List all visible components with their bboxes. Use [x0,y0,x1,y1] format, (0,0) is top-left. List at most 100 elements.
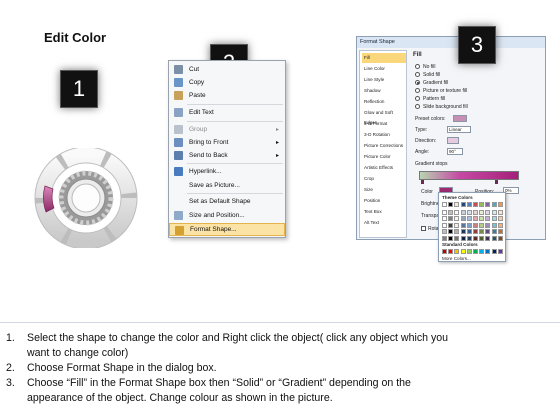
theme-color-swatch[interactable] [466,202,472,207]
radio-no-fill[interactable] [415,64,420,69]
standard-color-swatch[interactable] [485,249,491,254]
theme-color-swatch[interactable] [442,216,447,222]
menu-item-edit-text[interactable]: Edit Text [169,106,285,119]
nav-glow[interactable]: Glow and Soft Edges [362,108,406,125]
theme-color-swatch[interactable] [448,222,454,228]
nav-line-style[interactable]: Line Style [362,75,406,85]
nav-shadow[interactable]: Shadow [362,86,406,96]
menu-item-group[interactable]: Group ▸ [169,123,285,136]
nav-text-box[interactable]: Text Box [362,207,406,217]
standard-color-swatch[interactable] [460,249,466,254]
radio-slide-background-fill[interactable] [415,104,420,109]
theme-color-swatch[interactable] [497,216,503,222]
theme-color-swatch[interactable] [454,216,460,222]
nav-picture-corrections[interactable]: Picture Corrections [362,141,406,151]
theme-color-swatch[interactable] [466,209,472,215]
theme-color-swatch[interactable] [460,202,466,207]
menu-item-send-to-back[interactable]: Send to Back ▸ [169,149,285,162]
theme-color-swatch[interactable] [473,209,478,215]
nav-alt-text[interactable]: Alt Text [362,218,406,228]
theme-color-swatch[interactable] [485,209,491,215]
nav-size[interactable]: Size [362,185,406,195]
theme-color-swatch[interactable] [466,222,472,228]
theme-color-swatch[interactable] [442,229,447,235]
more-colors-link[interactable]: More Colors... [442,256,471,261]
gradient-stop-handle[interactable] [495,180,498,184]
theme-color-swatch[interactable] [442,202,447,207]
nav-3d-format[interactable]: 3-D Format [362,119,406,129]
menu-item-cut[interactable]: Cut [169,63,285,76]
menu-item-paste[interactable]: Paste [169,89,285,102]
standard-color-swatch[interactable] [491,249,497,254]
theme-color-swatch[interactable] [479,216,485,222]
theme-color-swatch[interactable] [485,216,491,222]
theme-color-swatch[interactable] [448,216,454,222]
theme-color-swatch[interactable] [491,202,497,207]
theme-color-swatch[interactable] [479,235,485,241]
theme-color-swatch[interactable] [466,229,472,235]
theme-color-swatch[interactable] [491,216,497,222]
theme-color-swatch[interactable] [454,222,460,228]
menu-item-hyperlink[interactable]: Hyperlink... [169,165,285,178]
menu-item-save-as-picture[interactable]: Save as Picture... [169,179,285,192]
theme-color-swatch[interactable] [460,222,466,228]
theme-color-swatch[interactable] [485,235,491,241]
angle-input[interactable]: 90° [447,148,463,155]
standard-color-swatch[interactable] [473,249,478,254]
theme-color-swatch[interactable] [454,229,460,235]
theme-color-swatch[interactable] [485,229,491,235]
menu-item-format-shape[interactable]: Format Shape... [169,223,285,236]
gradient-stops-bar[interactable] [419,171,519,180]
direction-dropdown[interactable] [447,137,459,144]
nav-line-color[interactable]: Line Color [362,64,406,74]
radio-picture-fill[interactable] [415,88,420,93]
cycle-diagram[interactable] [30,146,142,250]
theme-color-swatch[interactable] [497,222,503,228]
gradient-stop-handle[interactable] [421,180,424,184]
nav-artistic-effects[interactable]: Artistic Effects [362,163,406,173]
theme-color-swatch[interactable] [442,235,447,241]
theme-color-swatch[interactable] [448,202,454,207]
theme-color-swatch[interactable] [466,216,472,222]
type-dropdown[interactable]: Linear [447,126,471,133]
theme-color-swatch[interactable] [485,222,491,228]
theme-color-swatch[interactable] [454,235,460,241]
theme-color-swatch[interactable] [479,202,485,207]
theme-color-swatch[interactable] [454,202,460,207]
theme-color-swatch[interactable] [479,222,485,228]
theme-color-swatch[interactable] [497,209,503,215]
theme-color-swatch[interactable] [454,209,460,215]
theme-color-swatch[interactable] [448,229,454,235]
standard-color-swatch[interactable] [454,249,460,254]
standard-color-swatch[interactable] [479,249,485,254]
theme-color-swatch[interactable] [473,216,478,222]
theme-color-swatch[interactable] [491,229,497,235]
theme-color-swatch[interactable] [442,209,447,215]
theme-color-swatch[interactable] [485,202,491,207]
nav-3d-rotation[interactable]: 3-D Rotation [362,130,406,140]
theme-color-swatch[interactable] [497,229,503,235]
rotate-checkbox[interactable] [421,226,426,231]
theme-color-swatch[interactable] [466,235,472,241]
nav-reflection[interactable]: Reflection [362,97,406,107]
theme-color-swatch[interactable] [460,229,466,235]
theme-color-swatch[interactable] [491,235,497,241]
theme-color-swatch[interactable] [491,209,497,215]
menu-item-bring-to-front[interactable]: Bring to Front ▸ [169,136,285,149]
theme-color-swatch[interactable] [473,235,478,241]
theme-color-swatch[interactable] [497,202,503,207]
nav-position[interactable]: Position [362,196,406,206]
theme-color-swatch[interactable] [497,235,503,241]
menu-item-copy[interactable]: Copy [169,76,285,89]
radio-gradient-fill[interactable] [415,80,420,85]
theme-color-swatch[interactable] [473,222,478,228]
nav-fill[interactable]: Fill [362,53,406,63]
standard-color-swatch[interactable] [448,249,454,254]
radio-solid-fill[interactable] [415,72,420,77]
radio-pattern-fill[interactable] [415,96,420,101]
theme-color-swatch[interactable] [460,216,466,222]
theme-color-swatch[interactable] [442,222,447,228]
theme-color-swatch[interactable] [491,222,497,228]
menu-item-size-position[interactable]: Size and Position... [169,209,285,222]
theme-color-swatch[interactable] [460,235,466,241]
